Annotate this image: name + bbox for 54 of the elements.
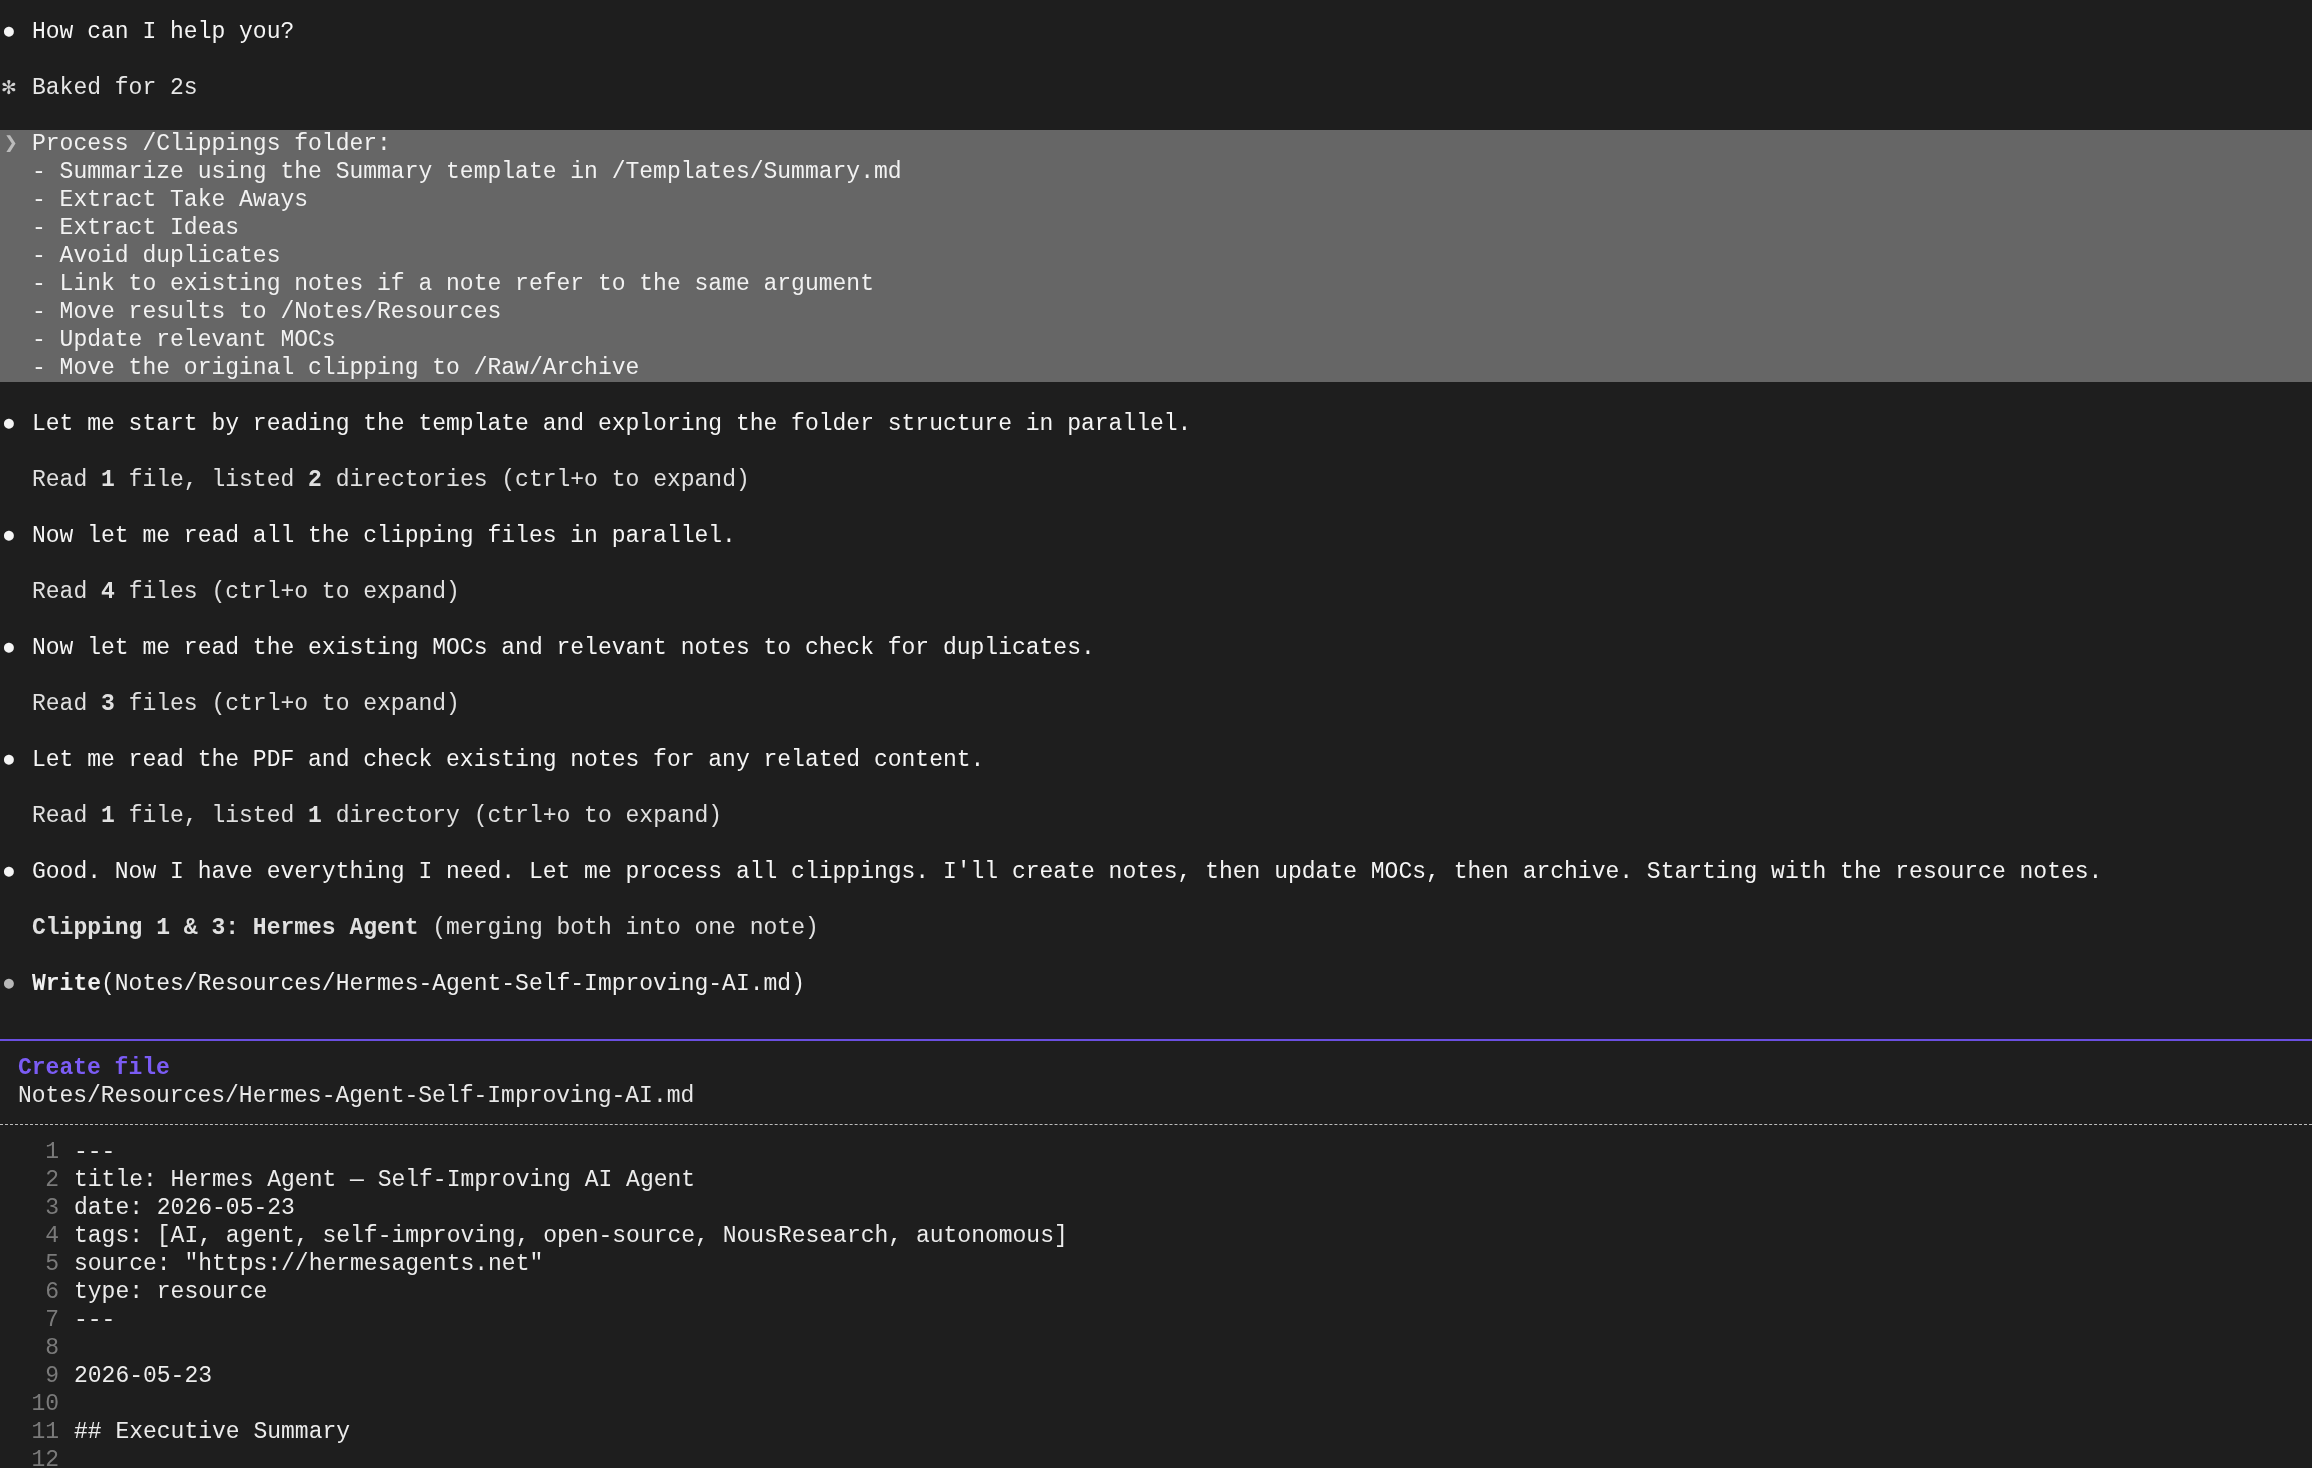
message-text: Now let me read the existing MOCs and relevant notes to check for duplicates. <box>32 634 1095 662</box>
summary-line: Read 3 files (ctrl+o to expand) <box>32 690 460 718</box>
prompt-line: - Extract Ideas <box>32 214 240 242</box>
message-text: Let me start by reading the template and exploring the folder structure in parallel. <box>32 410 1192 438</box>
bullet-icon: ● <box>2 411 16 437</box>
prompt-line: - Extract Take Aways <box>32 186 309 214</box>
line-number: 1 <box>45 1139 59 1165</box>
file-action-title: Create file <box>18 1055 170 1081</box>
code-line: --- <box>73 1306 116 1334</box>
bullet-icon: ● <box>2 19 16 45</box>
prompt-line: - Link to existing notes if a note refer to the same argument <box>32 270 874 298</box>
message-text: Good. Now I have everything I need. Let me process all clippings. I'll create notes, then update MOCs, then archive. Starting with the resource notes. <box>32 858 2103 886</box>
line-number: 3 <box>45 1195 59 1221</box>
line-number: 4 <box>45 1223 59 1249</box>
summary-line: Read 1 file, listed 2 directories (ctrl+o to expand) <box>32 466 750 494</box>
bullet-icon: ● <box>2 859 16 885</box>
file-path: Notes/Resources/Hermes-Agent-Self-Improving-AI.md <box>18 1083 695 1109</box>
message-text: How can I help you? <box>32 18 295 46</box>
line-number: 8 <box>45 1335 59 1361</box>
line-number: 10 <box>31 1391 59 1417</box>
code-line: 2026-05-23 <box>73 1362 213 1390</box>
bullet-icon: ● <box>2 747 16 773</box>
code-line: tags: [AI, agent, self-improving, open-source, NousResearch, autonomous] <box>73 1222 1068 1250</box>
code-line: title: Hermes Agent — Self-Improving AI Agent <box>73 1166 696 1194</box>
line-number: 9 <box>45 1363 59 1389</box>
message-text: Now let me read all the clipping files in parallel. <box>32 522 736 550</box>
line-number: 7 <box>45 1307 59 1333</box>
line-number: 5 <box>45 1251 59 1277</box>
line-number: 11 <box>31 1419 59 1445</box>
code-line: type: resource <box>73 1278 268 1306</box>
message-text: Write(Notes/Resources/Hermes-Agent-Self-Improving-AI.md) <box>32 970 805 998</box>
code-line: ## Executive Summary <box>73 1418 351 1446</box>
bullet-icon: ✻ <box>2 75 16 101</box>
bullet-icon: ● <box>2 635 16 661</box>
message-text: Baked for 2s <box>32 74 198 102</box>
summary-line: Read 1 file, listed 1 directory (ctrl+o to expand) <box>32 802 723 830</box>
line-number: 6 <box>45 1279 59 1305</box>
code-line: source: "https://hermesagents.net" <box>73 1250 544 1278</box>
prompt-line: - Update relevant MOCs <box>32 326 336 354</box>
prompt-line: Process /Clippings folder: <box>32 130 391 158</box>
bullet-icon: ● <box>2 971 16 997</box>
prompt-line: - Move results to /Notes/Resources <box>32 298 502 326</box>
message-text: Let me read the PDF and check existing notes for any related content. <box>32 746 985 774</box>
prompt-chevron: ❯ <box>4 131 18 157</box>
prompt-line: - Avoid duplicates <box>32 242 281 270</box>
summary-line: Clipping 1 & 3: Hermes Agent (merging both into one note) <box>32 914 819 942</box>
line-number: 12 <box>31 1447 59 1468</box>
line-number: 2 <box>45 1167 59 1193</box>
code-line: date: 2026-05-23 <box>73 1194 295 1222</box>
bullet-icon: ● <box>2 523 16 549</box>
code-line: --- <box>73 1138 116 1166</box>
prompt-line: - Summarize using the Summary template in /Templates/Summary.md <box>32 158 902 186</box>
summary-line: Read 4 files (ctrl+o to expand) <box>32 578 460 606</box>
prompt-line: - Move the original clipping to /Raw/Archive <box>32 354 640 382</box>
